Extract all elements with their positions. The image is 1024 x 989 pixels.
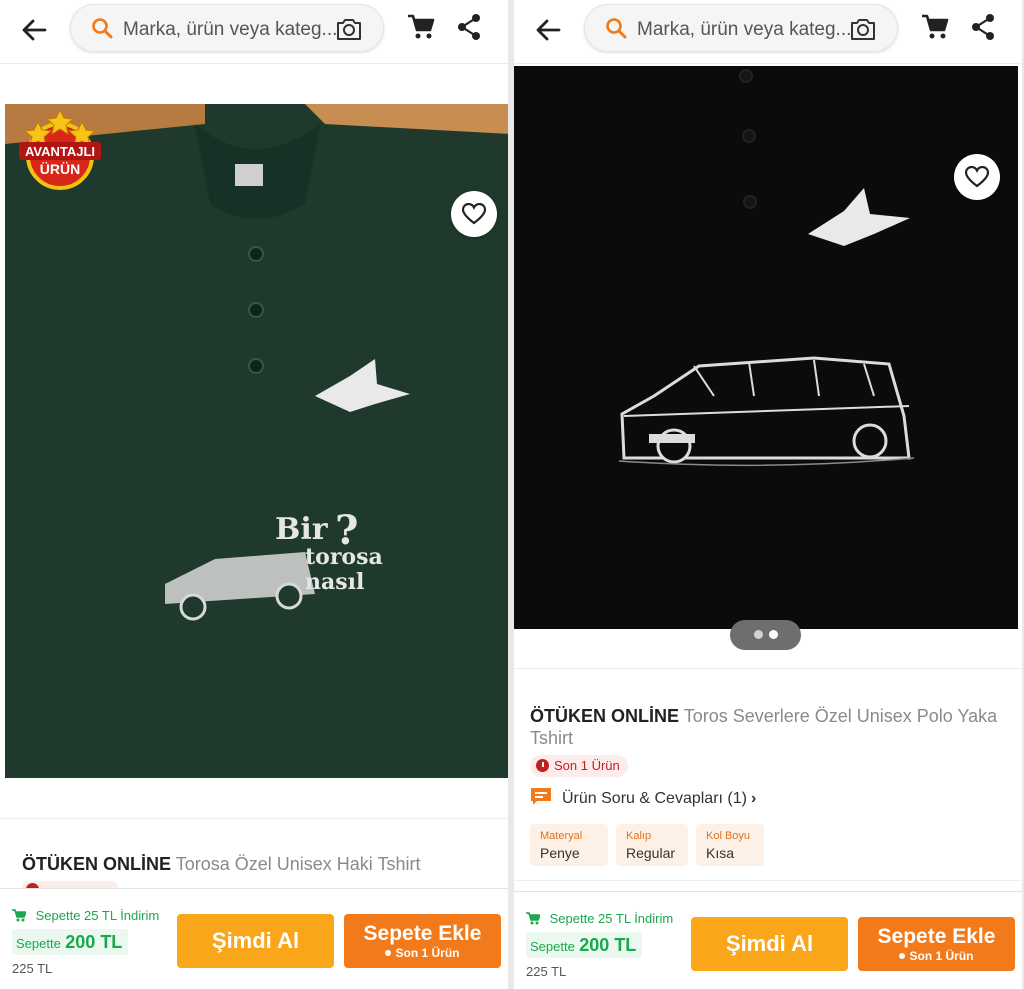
cart-price: Sepette 200 TL [526,932,643,958]
search-placeholder: Marka, ürün veya kateg... [637,19,852,40]
add-to-cart-label: Sepete Ekle [363,922,482,945]
price-label: Sepette [16,936,61,951]
attribute-value: Kısa [706,845,735,861]
favorite-button[interactable] [954,154,1000,200]
price-value: 200 TL [65,932,123,952]
attribute-chip: Kol Boyu Kısa [696,824,764,866]
bottom-action-bar: Sepette 25 TL İndirim Sepette 200 TL 225… [514,891,1022,989]
heart-icon [462,203,486,225]
add-to-cart-button[interactable]: Sepete Ekle Son 1 Ürün [344,914,501,968]
product-image[interactable]: Bir torosa nasıl ? [5,104,508,778]
back-button[interactable] [532,14,564,46]
gallery-dot[interactable] [754,630,763,639]
gallery-pagination[interactable] [730,620,801,650]
buy-now-button[interactable]: Şimdi Al [177,914,334,968]
qa-link[interactable]: Ürün Soru & Cevapları (1) › [530,787,756,811]
product-brand[interactable]: ÖTÜKEN ONLİNE [530,706,679,726]
divider [514,880,1022,881]
stock-text: Son 1 Ürün [554,758,620,773]
qa-text: Ürün Soru & Cevapları (1) [562,790,747,807]
advantage-badge: AVANTAJLI ÜRÜN [16,104,104,190]
clock-icon [536,759,549,772]
share-icon [458,14,480,40]
chevron-right-icon: › [750,790,757,807]
svg-text:nasıl: nasıl [305,569,364,595]
product-brand[interactable]: ÖTÜKEN ONLİNE [22,854,171,874]
add-to-cart-label: Sepete Ekle [877,925,996,948]
buy-now-button[interactable]: Şimdi Al [691,917,848,971]
product-name: Torosa Özel Unisex Haki Tshirt [175,854,421,874]
svg-text:Bir: Bir [275,512,329,547]
share-button[interactable] [456,12,482,42]
attribute-key: Materyal [540,830,583,842]
add-to-cart-button[interactable]: Sepete Ekle Son 1 Ürün [858,917,1015,971]
cart-button[interactable] [920,12,950,42]
cart-discount-promo: Sepette 25 TL İndirim [12,908,159,923]
black-polo-illustration [514,66,1018,629]
search-placeholder: Marka, ürün veya kateg... [123,19,338,40]
original-price: 225 TL [526,964,567,979]
polo-shirt-illustration: Bir torosa nasıl ? [5,104,508,778]
svg-text:?: ? [335,507,358,554]
cart-price: Sepette 200 TL [12,929,129,955]
product-title: ÖTÜKEN ONLİNE Toros Severlere Özel Unise… [530,705,1010,749]
cart-icon [408,14,435,39]
attribute-key: Kol Boyu [706,830,751,842]
product-title: ÖTÜKEN ONLİNE Torosa Özel Unisex Haki Ts… [22,853,492,875]
cart-button[interactable] [406,12,436,42]
promo-text: Sepette 25 TL İndirim [549,911,674,926]
gallery-dot-active[interactable] [769,630,778,639]
back-arrow-icon [536,19,561,41]
cart-icon [922,14,949,39]
product-screen-left: Marka, ürün veya kateg... Bir torosa nas… [0,0,508,989]
top-bar: Marka, ürün veya kateg... [0,0,508,64]
share-button[interactable] [970,12,996,42]
attribute-value: Penye [540,845,580,861]
attribute-key: Kalıp [626,830,652,842]
cart-icon [526,912,540,925]
attribute-chip: Materyal Penye [530,824,608,866]
favorite-button[interactable] [451,191,497,237]
original-price: 225 TL [12,961,53,976]
attribute-chip: Kalıp Regular [616,824,688,866]
search-icon [606,18,627,39]
search-bar[interactable]: Marka, ürün veya kateg... [584,4,898,52]
price-value: 200 TL [579,935,637,955]
product-screen-right: Marka, ürün veya kateg... ÖTÜKEN ONLİNE … [514,0,1022,989]
camera-icon[interactable] [335,16,363,42]
heart-icon [965,166,989,188]
promo-text: Sepette 25 TL İndirim [35,908,160,923]
stock-note: Son 1 Ürün [858,949,1015,963]
cart-discount-promo: Sepette 25 TL İndirim [526,911,673,926]
stock-tag: Son 1 Ürün [530,755,628,777]
search-icon [92,18,113,39]
camera-icon[interactable] [849,16,877,42]
stock-note: Son 1 Ürün [344,946,501,960]
bottom-action-bar: Sepette 25 TL İndirim Sepette 200 TL 225… [0,888,508,989]
back-button[interactable] [18,14,50,46]
badge-line2: ÜRÜN [40,161,80,177]
back-arrow-icon [22,19,47,41]
share-icon [972,14,994,40]
badge-line1: AVANTAJLI [25,144,95,159]
divider [514,668,1022,669]
chat-icon [531,788,551,805]
price-label: Sepette [530,939,575,954]
attribute-value: Regular [626,845,676,861]
divider [0,818,508,819]
top-bar: Marka, ürün veya kateg... [514,0,1022,64]
cart-icon [12,909,26,922]
product-image[interactable] [514,66,1018,629]
search-bar[interactable]: Marka, ürün veya kateg... [70,4,384,52]
